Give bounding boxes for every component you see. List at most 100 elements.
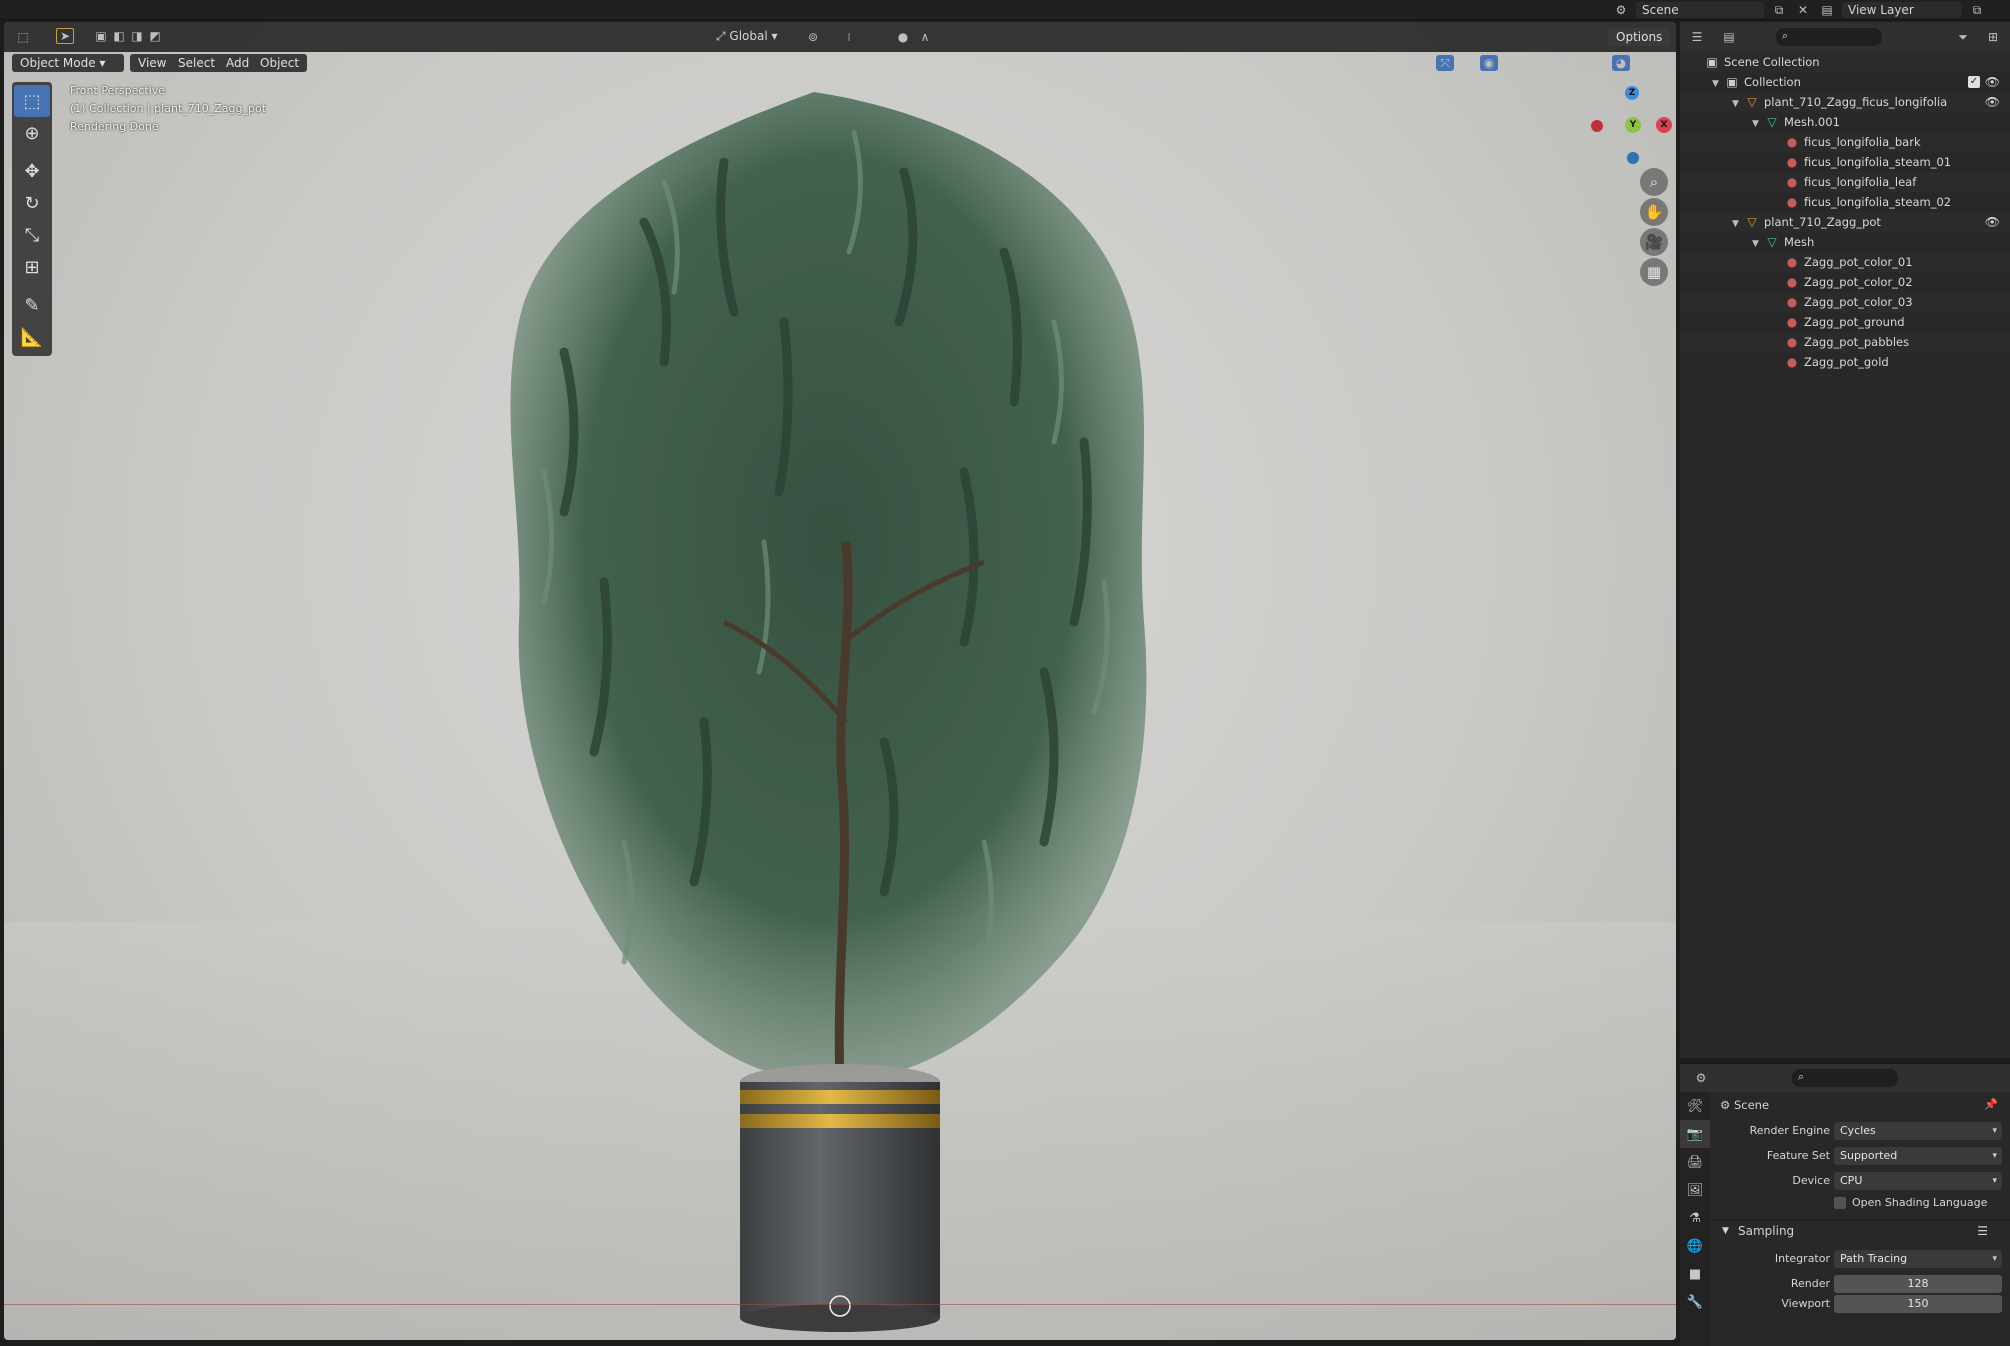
presets-list-icon[interactable]: ☰ <box>1977 1224 1988 1238</box>
material-icon: ● <box>1786 315 1798 329</box>
top-bar: ⚙ Scene ⧉ ✕ ▤ View Layer ⧉ <box>0 0 2010 20</box>
outliner-row[interactable]: ● Zagg_pot_gold <box>1680 352 2010 372</box>
rendered-plant-image <box>4 92 1676 1340</box>
outliner-row[interactable]: ▣ Scene Collection <box>1680 52 2010 72</box>
zoom-icon[interactable]: ⌕ <box>1640 168 1668 196</box>
sampling-panel-header[interactable]: ▼ Sampling ☰ <box>1710 1220 2010 1242</box>
outliner-row-label: ficus_longifolia_steam_01 <box>1804 155 1952 169</box>
outliner-row[interactable]: ▼ ▽ plant_710_Zagg_ficus_longifolia 👁 <box>1680 92 2010 112</box>
material-icon: ● <box>1786 275 1798 289</box>
outliner-row-label: ficus_longifolia_leaf <box>1804 175 1917 189</box>
display-mode-icon[interactable]: ▤ <box>1720 29 1738 45</box>
outliner: ☰ ▤ ⌕ ⏷ ⊞ ▣ Scene Collection ▼ ▣ Collection ✓… <box>1680 22 2010 1058</box>
outliner-row[interactable]: ● Zagg_pot_color_03 <box>1680 292 2010 312</box>
outliner-row[interactable]: ▼ ▣ Collection ✓ 👁 <box>1680 72 2010 92</box>
outliner-row[interactable]: ▼ ▽ Mesh.001 <box>1680 112 2010 132</box>
gizmo-neg-z-axis[interactable] <box>1627 152 1639 164</box>
search-icon: ⌕ <box>1782 29 1789 42</box>
outliner-row-label: Scene Collection <box>1724 55 1820 69</box>
tool-tab-icon[interactable]: 🛠 <box>1680 1092 1710 1120</box>
disclosure-triangle-icon[interactable]: ▼ <box>1732 214 1744 234</box>
copy-icon[interactable]: ⧉ <box>1968 2 1986 18</box>
view-layer-icon[interactable]: ▤ <box>1818 2 1836 18</box>
integrator-value: Path Tracing <box>1840 1252 1908 1265</box>
outliner-row-label: Collection <box>1744 75 1801 89</box>
gizmo-z-axis[interactable]: Z <box>1625 86 1639 100</box>
disclosure-triangle-icon[interactable]: ▼ <box>1732 94 1744 114</box>
object-icon: ▽ <box>1747 215 1757 229</box>
outliner-row[interactable]: ● Zagg_pot_color_01 <box>1680 252 2010 272</box>
outliner-row[interactable]: ● ficus_longifolia_bark <box>1680 132 2010 152</box>
render-engine-row: Render Engine Cycles ▾ <box>1710 1120 2010 1142</box>
pan-hand-icon[interactable]: ✋ <box>1640 198 1668 226</box>
outliner-search-input[interactable]: ⌕ <box>1776 28 1882 46</box>
properties-search-input[interactable]: ⌕ <box>1792 1069 1898 1087</box>
device-value: CPU <box>1840 1174 1863 1187</box>
copy-icon[interactable]: ⧉ <box>1770 2 1788 18</box>
3d-viewport[interactable]: ⬚ ➤ ▣ ◧ ◨ ◩ ⤢ Global ▾ ⊚ ⧙ ● ∧ Options O… <box>4 22 1676 1340</box>
scene-field[interactable]: Scene <box>1636 2 1764 18</box>
disclosure-triangle-icon[interactable]: ▼ <box>1752 114 1764 134</box>
outliner-row[interactable]: ● Zagg_pot_ground <box>1680 312 2010 332</box>
outliner-row-label: plant_710_Zagg_pot <box>1764 215 1881 229</box>
outliner-row[interactable]: ● Zagg_pot_pabbles <box>1680 332 2010 352</box>
outliner-row[interactable]: ● ficus_longifolia_steam_01 <box>1680 152 2010 172</box>
scene-context-icon: ⚙ <box>1720 1098 1734 1112</box>
world-tab-icon[interactable]: 🌐 <box>1680 1232 1710 1260</box>
visibility-eye-icon[interactable]: 👁 <box>1985 92 2000 112</box>
gizmo-x-axis[interactable]: X <box>1656 117 1672 133</box>
device-select[interactable]: CPU ▾ <box>1834 1172 2002 1190</box>
visibility-eye-icon[interactable]: 👁 <box>1985 212 2000 232</box>
scene-icon[interactable]: ⚙ <box>1612 2 1630 18</box>
modifier-tab-icon[interactable]: 🔧 <box>1680 1288 1710 1316</box>
viewport-samples-field[interactable]: 150 <box>1834 1295 2002 1313</box>
integrator-select[interactable]: Path Tracing ▾ <box>1834 1250 2002 1268</box>
osl-checkbox[interactable] <box>1834 1197 1846 1209</box>
outliner-row[interactable]: ● Zagg_pot_color_02 <box>1680 272 2010 292</box>
exclude-checkbox[interactable]: ✓ <box>1968 76 1980 88</box>
osl-row: Open Shading Language <box>1710 1192 2010 1214</box>
close-icon[interactable]: ✕ <box>1794 2 1812 18</box>
outliner-row[interactable]: ● ficus_longifolia_steam_02 <box>1680 192 2010 212</box>
new-collection-icon[interactable]: ⊞ <box>1984 29 2002 45</box>
pin-icon[interactable]: 📌 <box>1984 1098 1998 1111</box>
mesh-icon: ▽ <box>1767 235 1777 249</box>
editor-type-icon[interactable]: ⚙ <box>1692 1070 1710 1086</box>
visibility-eye-icon[interactable]: 👁 <box>1985 72 2000 92</box>
viewport-samples-row: Viewport 150 <box>1710 1293 2010 1315</box>
view-layer-tab-icon[interactable]: 🖼 <box>1680 1176 1710 1204</box>
outliner-row-label: Zagg_pot_pabbles <box>1804 335 1910 349</box>
outliner-row-label: ficus_longifolia_steam_02 <box>1804 195 1952 209</box>
camera-view-icon[interactable]: 🎥 <box>1640 228 1668 256</box>
outliner-row[interactable]: ▼ ▽ Mesh <box>1680 232 2010 252</box>
render-samples-field[interactable]: 128 <box>1834 1275 2002 1293</box>
gizmo-neg-x-axis[interactable] <box>1591 120 1603 132</box>
properties-editor: ⚙ ⌕ 🛠 📷 🖨 🖼 ⚗ 🌐 ■ 🔧 ⚙ Scene 📌 Render Eng… <box>1680 1062 2010 1346</box>
chevron-down-icon: ▾ <box>1992 1176 1997 1186</box>
sampling-title: Sampling <box>1738 1224 1795 1238</box>
outliner-row[interactable]: ▼ ▽ plant_710_Zagg_pot 👁 <box>1680 212 2010 232</box>
gizmo-y-axis[interactable]: Y <box>1625 117 1641 133</box>
osl-label: Open Shading Language <box>1852 1196 1988 1209</box>
render-engine-select[interactable]: Cycles ▾ <box>1834 1122 2002 1140</box>
material-icon: ● <box>1786 295 1798 309</box>
disclosure-triangle-icon[interactable]: ▼ <box>1752 234 1764 254</box>
feature-set-select[interactable]: Supported ▾ <box>1834 1147 2002 1165</box>
viewport-samples-label: Viewport <box>1781 1297 1830 1310</box>
context-path: ⚙ Scene <box>1720 1098 1769 1112</box>
filter-icon[interactable]: ⏷ <box>1954 29 1972 45</box>
material-icon: ● <box>1786 195 1798 209</box>
render-engine-label: Render Engine <box>1749 1124 1830 1137</box>
editor-type-icon[interactable]: ☰ <box>1688 29 1706 45</box>
outliner-row-label: Mesh.001 <box>1784 115 1840 129</box>
render-tab-icon[interactable]: 📷 <box>1680 1120 1710 1148</box>
scene-tab-icon[interactable]: ⚗ <box>1680 1204 1710 1232</box>
object-tab-icon[interactable]: ■ <box>1680 1260 1710 1288</box>
perspective-grid-icon[interactable]: ▦ <box>1640 258 1668 286</box>
view-layer-field[interactable]: View Layer <box>1842 2 1962 18</box>
render-samples-label: Render <box>1790 1277 1830 1290</box>
disclosure-triangle-icon[interactable]: ▼ <box>1712 74 1724 94</box>
outliner-row[interactable]: ● ficus_longifolia_leaf <box>1680 172 2010 192</box>
output-tab-icon[interactable]: 🖨 <box>1680 1148 1710 1176</box>
chevron-down-icon: ▾ <box>1992 1126 1997 1136</box>
